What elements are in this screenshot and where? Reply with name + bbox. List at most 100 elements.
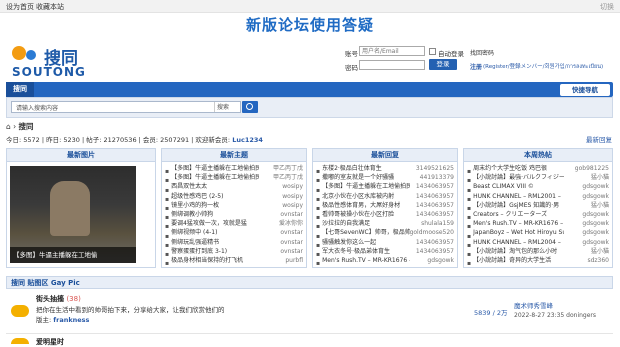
item-author[interactable]: ovnstar (280, 210, 303, 219)
list-item[interactable]: Creators – クリエーターズ gdsgowk (467, 210, 609, 219)
password-input[interactable] (359, 60, 425, 70)
list-item[interactable]: 侧绑视频中 (4-1) ovnstar (165, 228, 303, 237)
item-title[interactable]: Men's Rush.TV – MR-KR1676 – (473, 219, 563, 228)
list-item[interactable]: 【七哥SevenWC】帅哥，极品帅鸡鸡goldmoose520 (316, 228, 454, 237)
item-author[interactable]: 爱冰你你 (279, 219, 303, 228)
item-title[interactable]: HUNK CHANNEL – RML2001 – (473, 192, 561, 201)
item-title[interactable]: 侧绑视频中 (4-1) (171, 228, 217, 237)
search-type-select[interactable]: 搜索 (214, 102, 240, 112)
forum2-name[interactable]: 爱明星时 (36, 337, 64, 347)
item-title[interactable]: 镜里小鸡的狗一枚 (171, 201, 219, 210)
set-home-link[interactable]: 设为首页 (6, 2, 34, 12)
item-author[interactable]: gdsgowk (582, 238, 609, 247)
item-author[interactable]: 甲乙丙丁戊 (273, 164, 303, 173)
search-button[interactable] (242, 101, 258, 113)
item-title[interactable]: 侧绑调教小帅狗 (171, 210, 213, 219)
item-title[interactable]: Men's Rush.TV – MR-KR1676 – (322, 256, 410, 265)
item-author[interactable]: shulala159 (421, 219, 454, 228)
forum-name[interactable]: 街头抽搐 (38) (36, 294, 81, 304)
list-item[interactable]: 【小說討論】最強·バルクフィジー 猛小貓 (467, 173, 609, 182)
auto-login-checkbox[interactable] (429, 48, 436, 55)
item-title[interactable]: 【小說討論】最強·バルクフィジー (473, 173, 564, 182)
banner-title[interactable]: 新版论坛使用答疑 (150, 14, 470, 36)
forum-name-text[interactable]: 街头抽搐 (36, 295, 64, 303)
item-title[interactable]: JapanBoyz – Wet Hot Hiroyu Su (473, 228, 564, 237)
item-title[interactable]: 沙拉拉的自我满足 (322, 219, 370, 228)
item-author[interactable]: 3149521625 (416, 164, 454, 173)
item-title[interactable]: Creators – クリエーターズ (473, 210, 547, 219)
list-item[interactable]: 【多图】牛逼主播躲在工地偷拍民 甲乙丙丁戊 (165, 173, 303, 182)
item-title[interactable]: 要调4猛攻做一次，攻就是猛 (171, 219, 247, 228)
quick-nav-button[interactable]: 快捷导航 (560, 84, 610, 96)
list-item[interactable]: JapanBoyz – Wet Hot Hiroyu Su gdsgowk (467, 228, 609, 237)
list-item[interactable]: 镜里小鸡的狗一枚 wosipy (165, 201, 303, 210)
item-title[interactable]: 骚骚触发你这么一起 (322, 238, 376, 247)
site-logo[interactable]: 搜同 SOUTONG (10, 44, 120, 80)
register-link[interactable]: 注册 (470, 62, 482, 71)
login-button[interactable]: 登录 (429, 59, 457, 70)
item-title[interactable]: 【七哥SevenWC】帅哥，极品帅鸡鸡 (322, 228, 410, 237)
item-title[interactable]: 【小說討論】奇异的大学生活 (473, 256, 551, 265)
item-title[interactable]: 超级性感鸡巴 (2-5) (171, 192, 223, 201)
item-title[interactable]: 警察蛋蛋打到底 3-1) (171, 247, 227, 256)
featured-image[interactable]: 【多图】牛逼主播躲在工地偷 (10, 166, 136, 263)
item-author[interactable]: goldmoose520 (410, 228, 454, 237)
item-author[interactable]: ovnstar (280, 238, 303, 247)
item-title[interactable]: 周末约个大学生吃饭 鸡巴很 (473, 164, 547, 173)
list-item[interactable]: 极品身材相当保持的打飞机 purbfl (165, 256, 303, 265)
list-item[interactable]: 【多图】牛逼主播躲在工地偷拍民 甲乙丙丁戊 (165, 164, 303, 173)
mod-link[interactable]: frankness (53, 316, 89, 324)
item-title[interactable]: 【小說討論】淘气包的那么小时 (473, 247, 557, 256)
item-title[interactable]: 【多图】牛逼主播躲在工地偷拍民 (171, 164, 259, 173)
item-author[interactable]: 1434063957 (416, 192, 454, 201)
list-item[interactable]: 侧绑调教小帅狗 ovnstar (165, 210, 303, 219)
item-title[interactable]: 侧绑玩乱强逼精书 (171, 238, 219, 247)
list-item[interactable]: 看帅哥被操小伙在小区打脸 1434063957 (316, 210, 454, 219)
breadcrumb-current[interactable]: 搜同 (19, 122, 34, 131)
item-author[interactable]: 猛小貓 (591, 201, 609, 210)
list-item[interactable]: 要调4猛攻做一次，攻就是猛 爱冰你你 (165, 219, 303, 228)
new-member-link[interactable]: Luc1234 (232, 136, 263, 144)
item-author[interactable]: wosipy (282, 192, 303, 201)
item-title[interactable]: 看帅哥被操小伙在小区打脸 (322, 210, 394, 219)
item-author[interactable]: gdsgowk (582, 210, 609, 219)
item-title[interactable]: 东楼2·极品白壮体育生 (322, 164, 382, 173)
home-icon[interactable]: ⌂ (6, 122, 11, 131)
list-item[interactable]: 超级性感鸡巴 (2-5) wosipy (165, 192, 303, 201)
item-title[interactable]: 极品身材相当保持的打飞机 (171, 256, 243, 265)
item-author[interactable]: sdz360 (587, 256, 609, 265)
list-item[interactable]: 警察蛋蛋打到底 3-1) ovnstar (165, 247, 303, 256)
item-title[interactable]: 【小說討論】GsjMES 知識的·男 (473, 201, 559, 210)
item-author[interactable]: wosipy (282, 182, 303, 191)
list-item[interactable]: 骚骚触发你这么一起 1434063957 (316, 238, 454, 247)
list-item[interactable]: HUNK CHANNEL – RML2004 – gdsgowk (467, 238, 609, 247)
search-input[interactable]: 请输入搜索内容 搜索 (11, 101, 241, 113)
item-author[interactable]: 1434063957 (416, 238, 454, 247)
list-item[interactable]: 【小說討論】淘气包的那么小时 猛小貓 (467, 247, 609, 256)
item-title[interactable]: 【多图】牛逼主播躲在工地偷拍民 (171, 173, 259, 182)
item-author[interactable]: 猛小貓 (591, 247, 609, 256)
bookmark-link[interactable]: 收藏本站 (36, 2, 64, 12)
item-author[interactable]: gdsgowk (582, 228, 609, 237)
list-item[interactable]: 极品性感体育男，大屌好身材 1434063957 (316, 201, 454, 210)
item-author[interactable]: 1434063957 (416, 247, 454, 256)
latest-replies-link[interactable]: 最新回复 (586, 134, 612, 144)
item-author[interactable]: gdsgowk (582, 182, 609, 191)
item-author[interactable]: 1434063957 (416, 201, 454, 210)
item-author[interactable]: gdsgowk (582, 192, 609, 201)
item-title[interactable]: 军大衣冬号·极品弟体育生 (322, 247, 390, 256)
item-author[interactable]: ovnstar (280, 247, 303, 256)
list-item[interactable]: Men's Rush.TV – MR-KR1676 – gdsgowk (467, 219, 609, 228)
item-title[interactable]: 西昌双性太太 (171, 182, 207, 191)
list-item[interactable]: 【多图】牛逼主播躲在工地偷拍民 1434063957 (316, 182, 454, 191)
item-author[interactable]: 1434063957 (416, 210, 454, 219)
list-item[interactable]: 【小說討論】GsjMES 知識的·男 猛小貓 (467, 201, 609, 210)
list-item[interactable]: 侧绑玩乱强逼精书 ovnstar (165, 238, 303, 247)
item-author[interactable]: 441913379 (420, 173, 454, 182)
list-item[interactable]: 撒嘟的室友就是一个好骚骚 441913379 (316, 173, 454, 182)
list-item[interactable]: 周末约个大学生吃饭 鸡巴很 gob981225 (467, 164, 609, 173)
list-item[interactable]: 东楼2·极品白壮体育生 3149521625 (316, 164, 454, 173)
nav-item-soutong[interactable]: 搜同 (6, 82, 34, 97)
item-title[interactable]: 北京小伙在小区水库被内射 (322, 192, 394, 201)
section-header[interactable]: 搜同 贴图区 Gay Pic (6, 276, 613, 289)
